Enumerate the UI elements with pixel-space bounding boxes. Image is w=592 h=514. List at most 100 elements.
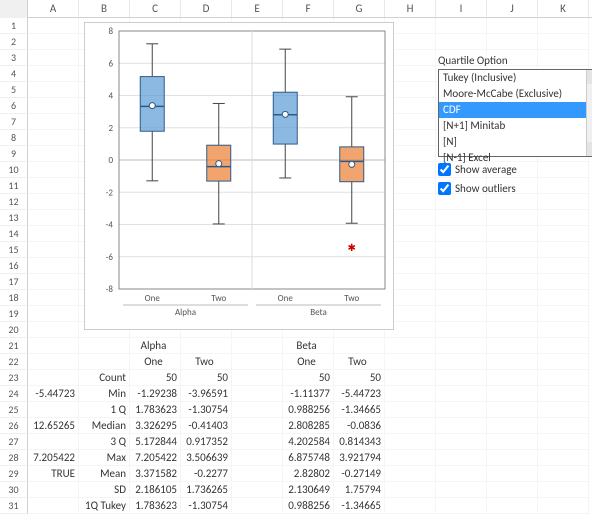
cell[interactable]: One	[130, 354, 181, 370]
select-all-corner[interactable]	[0, 0, 28, 18]
cell[interactable]	[385, 450, 436, 466]
cell[interactable]	[232, 466, 283, 482]
cell[interactable]	[28, 130, 79, 146]
cell[interactable]: 50	[181, 370, 232, 386]
cell[interactable]: 3.371582	[130, 466, 181, 482]
listbox-option[interactable]: CDF	[439, 102, 586, 118]
col-header[interactable]: E	[232, 0, 283, 17]
cell[interactable]	[28, 354, 79, 370]
cell[interactable]	[487, 338, 538, 354]
cell[interactable]	[436, 418, 487, 434]
col-header[interactable]: J	[487, 0, 538, 17]
cell[interactable]	[487, 226, 538, 242]
cell[interactable]	[538, 258, 589, 274]
cell[interactable]: 1 Q	[79, 402, 130, 418]
cell[interactable]	[28, 226, 79, 242]
cell[interactable]	[28, 162, 79, 178]
cell[interactable]: 0.988256	[283, 498, 334, 514]
cell[interactable]	[538, 434, 589, 450]
cell[interactable]	[232, 354, 283, 370]
row-header[interactable]: 23	[0, 370, 28, 386]
cell[interactable]	[385, 354, 436, 370]
row-header[interactable]: 3	[0, 50, 28, 66]
cell[interactable]: 1.783623	[130, 498, 181, 514]
row-header[interactable]: 9	[0, 146, 28, 162]
row-header[interactable]: 30	[0, 482, 28, 498]
cell[interactable]	[487, 354, 538, 370]
cell[interactable]	[28, 482, 79, 498]
cell[interactable]	[436, 386, 487, 402]
cell[interactable]: 1Q Tukey	[79, 498, 130, 514]
cell[interactable]	[385, 482, 436, 498]
cell[interactable]	[436, 34, 487, 50]
cell[interactable]: 1.75794	[334, 482, 385, 498]
cell[interactable]	[487, 290, 538, 306]
listbox-scrollbar[interactable]: ▴ ▾	[586, 70, 592, 156]
cell[interactable]: Max	[79, 450, 130, 466]
listbox-option[interactable]: Tukey (Inclusive)	[439, 70, 586, 86]
cell[interactable]	[385, 418, 436, 434]
cell[interactable]	[436, 370, 487, 386]
cell[interactable]	[436, 338, 487, 354]
cell[interactable]	[79, 354, 130, 370]
cell[interactable]	[487, 210, 538, 226]
cell[interactable]	[28, 194, 79, 210]
cell[interactable]	[28, 258, 79, 274]
cell[interactable]: Alpha	[130, 338, 181, 354]
cell[interactable]	[538, 18, 589, 34]
cell[interactable]: 7.205422	[130, 450, 181, 466]
cell[interactable]	[28, 18, 79, 34]
cell[interactable]	[538, 482, 589, 498]
cell[interactable]	[487, 194, 538, 210]
cell[interactable]	[385, 498, 436, 514]
cell[interactable]	[538, 450, 589, 466]
cell[interactable]: 4.202584	[283, 434, 334, 450]
cell[interactable]	[487, 466, 538, 482]
cell[interactable]: -1.34665	[334, 498, 385, 514]
cell[interactable]	[436, 226, 487, 242]
row-header[interactable]: 29	[0, 466, 28, 482]
cell[interactable]: 3.506639	[181, 450, 232, 466]
cell[interactable]: -0.2277	[181, 466, 232, 482]
col-header[interactable]: B	[79, 0, 130, 17]
cell[interactable]	[538, 354, 589, 370]
row-header[interactable]: 13	[0, 210, 28, 226]
cell[interactable]	[385, 466, 436, 482]
cell[interactable]: 12.65265	[28, 418, 79, 434]
cell[interactable]	[28, 370, 79, 386]
cell[interactable]: -5.44723	[28, 386, 79, 402]
cell[interactable]	[538, 226, 589, 242]
cell[interactable]	[487, 482, 538, 498]
cell[interactable]	[28, 290, 79, 306]
cell[interactable]	[487, 18, 538, 34]
cell[interactable]	[436, 194, 487, 210]
row-header[interactable]: 18	[0, 290, 28, 306]
cell[interactable]	[538, 466, 589, 482]
scroll-up-icon[interactable]: ▴	[587, 70, 592, 84]
col-header[interactable]: D	[181, 0, 232, 17]
row-header[interactable]: 22	[0, 354, 28, 370]
cell[interactable]	[28, 306, 79, 322]
cell[interactable]: -0.27149	[334, 466, 385, 482]
cell[interactable]: Count	[79, 370, 130, 386]
cell[interactable]	[487, 434, 538, 450]
cell[interactable]	[385, 402, 436, 418]
cell[interactable]	[232, 418, 283, 434]
row-header[interactable]: 5	[0, 82, 28, 98]
cell[interactable]	[538, 418, 589, 434]
cell[interactable]	[538, 290, 589, 306]
cell[interactable]: 1.783623	[130, 402, 181, 418]
cell[interactable]	[487, 450, 538, 466]
cell[interactable]: -1.11377	[283, 386, 334, 402]
cell[interactable]	[436, 274, 487, 290]
row-header[interactable]: 25	[0, 402, 28, 418]
cell[interactable]	[487, 34, 538, 50]
cell[interactable]	[334, 338, 385, 354]
cell[interactable]	[538, 498, 589, 514]
cell[interactable]	[436, 290, 487, 306]
cell[interactable]	[28, 146, 79, 162]
cell[interactable]	[487, 402, 538, 418]
row-header[interactable]: 8	[0, 130, 28, 146]
listbox-option[interactable]: Moore-McCabe (Exclusive)	[439, 86, 586, 102]
cell[interactable]	[436, 306, 487, 322]
